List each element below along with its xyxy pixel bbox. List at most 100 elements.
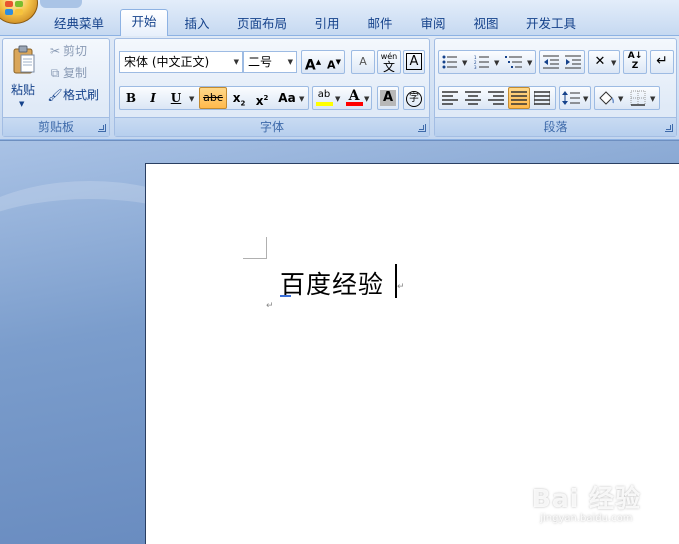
quick-access-toolbar[interactable] [40, 0, 82, 8]
tab-mailings[interactable]: 邮件 [358, 13, 402, 35]
cut-button[interactable]: ✂ 剪切 [47, 42, 87, 60]
crop-mark-vertical [266, 237, 267, 259]
superscript-mark: 2 [263, 94, 269, 102]
font-name-combo[interactable]: 宋体 (中文正文) ▼ [119, 51, 243, 73]
multilevel-list-button[interactable] [503, 51, 525, 73]
character-border-icon: A [405, 53, 423, 70]
tab-developer[interactable]: 开发工具 [517, 13, 585, 35]
bold-button[interactable]: B [120, 87, 142, 109]
character-shading-icon: A [379, 90, 397, 106]
enclose-characters-button[interactable]: 字 [403, 86, 425, 110]
align-left-icon [442, 91, 458, 105]
font-color-button[interactable]: A [343, 87, 365, 109]
phonetic-guide-button[interactable]: wén 文 [377, 50, 401, 74]
clear-format-button[interactable]: A [351, 50, 375, 74]
bullets-dropdown-icon[interactable]: ▼ [462, 59, 467, 67]
watermark-brand: Bai 经验 [531, 484, 641, 513]
line-spacing-button[interactable] [560, 87, 582, 109]
align-center-icon [465, 91, 481, 105]
align-right-button[interactable] [485, 87, 507, 109]
distributed-icon [533, 91, 551, 105]
font-color-swatch [346, 102, 363, 106]
decrease-indent-button[interactable] [540, 51, 562, 73]
underline-dropdown-icon[interactable]: ▼ [189, 95, 194, 103]
font-launcher-icon[interactable] [418, 124, 426, 132]
paragraph-group: ▼ 123 ▼ ▼ ✕ ▼ A↓ Z ↵ ▼ ▼ ▼ 段落 [434, 38, 677, 137]
justify-icon [511, 91, 527, 105]
font-group: 宋体 (中文正文) ▼ 二号 ▼ A▲ A▼ A wén 文 A B I U ▼ … [114, 38, 430, 137]
tab-insert[interactable]: 插入 [175, 13, 219, 35]
numbering-button[interactable]: 123 [471, 51, 493, 73]
cut-label: 剪切 [63, 44, 88, 58]
superscript-button[interactable]: x2 [251, 87, 273, 109]
ribbon-tab-bar: 经典菜单 开始 插入 页面布局 引用 邮件 审阅 视图 开发工具 [0, 0, 679, 37]
tab-references[interactable]: 引用 [305, 13, 349, 35]
font-size-combo[interactable]: 二号 ▼ [243, 51, 297, 73]
align-left-button[interactable] [439, 87, 461, 109]
shading-dropdown-icon[interactable]: ▼ [618, 95, 623, 103]
justify-button[interactable] [508, 87, 530, 109]
shrink-font-icon: A [327, 58, 336, 72]
highlight-button[interactable]: ab [313, 87, 335, 109]
show-marks-button[interactable]: ↵ [650, 50, 674, 74]
multilevel-dropdown-icon[interactable]: ▼ [527, 59, 532, 67]
line-spacing-icon [562, 91, 580, 105]
decrease-indent-icon [543, 55, 559, 69]
underline-button[interactable]: U [165, 87, 187, 109]
line-spacing-dropdown-icon[interactable]: ▼ [583, 95, 588, 103]
chevron-down-icon[interactable]: ▼ [234, 52, 239, 72]
distributed-button[interactable] [531, 87, 553, 109]
office-button[interactable] [0, 0, 38, 24]
copy-button[interactable]: ⧉ 复制 [47, 64, 87, 82]
font-color-dropdown-icon[interactable]: ▼ [364, 95, 369, 103]
borders-dropdown-icon[interactable]: ▼ [650, 95, 655, 103]
document-text[interactable]: 百度经验 [280, 265, 384, 301]
clipboard-group: 粘贴 ▼ ✂ 剪切 ⧉ 复制 🖌格式刷 剪贴板 [2, 38, 110, 137]
bullets-button[interactable] [439, 51, 461, 73]
paste-label: 粘贴 [10, 83, 35, 97]
borders-button[interactable] [627, 87, 649, 109]
asian-layout-button[interactable]: ✕ [589, 51, 611, 73]
subscript-button[interactable]: x2 [228, 87, 250, 109]
chevron-down-icon[interactable]: ▼ [288, 52, 293, 72]
character-border-button[interactable]: A [403, 50, 425, 74]
paragraph-group-label: 段落 [435, 117, 676, 136]
shrink-font-button[interactable]: A▼ [323, 51, 345, 73]
copy-icon: ⧉ [50, 66, 60, 80]
grow-font-button[interactable]: A▲ [302, 51, 324, 74]
asian-layout-icon: ✕ [594, 54, 606, 69]
tab-review[interactable]: 审阅 [411, 13, 455, 35]
tab-classic-menu[interactable]: 经典菜单 [46, 13, 112, 35]
increase-indent-button[interactable] [562, 51, 584, 73]
shading-button[interactable] [595, 87, 617, 109]
document-workspace: 百度经验 ↵ ↵ Bai 经验 jingyan.baidu.com [0, 141, 679, 544]
paste-button[interactable]: 粘贴 ▼ [7, 43, 39, 113]
asian-layout-dropdown-icon[interactable]: ▼ [611, 59, 616, 67]
watermark: Bai 经验 jingyan.baidu.com [532, 479, 641, 524]
highlight-color-swatch [316, 102, 333, 106]
spelling-squiggle [280, 295, 291, 297]
italic-button[interactable]: I [142, 87, 164, 109]
clipboard-launcher-icon[interactable] [98, 124, 106, 132]
paste-dropdown-icon[interactable]: ▼ [19, 100, 24, 108]
tab-view[interactable]: 视图 [464, 13, 508, 35]
align-center-button[interactable] [462, 87, 484, 109]
highlight-dropdown-icon[interactable]: ▼ [335, 95, 340, 103]
copy-label: 复制 [63, 66, 88, 80]
increase-indent-icon [565, 55, 581, 69]
tab-home[interactable]: 开始 [120, 9, 168, 37]
grow-font-icon: A [304, 57, 316, 74]
font-size-value: 二号 [248, 55, 273, 69]
tab-page-layout[interactable]: 页面布局 [228, 13, 296, 35]
svg-text:3: 3 [474, 65, 477, 69]
multilevel-list-icon [505, 56, 522, 68]
paragraph-launcher-icon[interactable] [665, 124, 673, 132]
paint-bucket-icon [599, 91, 615, 105]
numbering-dropdown-icon[interactable]: ▼ [494, 59, 499, 67]
sort-button[interactable]: A↓ Z [623, 50, 647, 74]
strikethrough-button[interactable]: abc [199, 87, 227, 109]
change-case-dropdown-icon[interactable]: ▼ [299, 95, 304, 103]
format-painter-button[interactable]: 🖌格式刷 [47, 86, 99, 104]
character-shading-button[interactable]: A [377, 86, 399, 110]
change-case-button[interactable]: Aa [273, 87, 301, 109]
